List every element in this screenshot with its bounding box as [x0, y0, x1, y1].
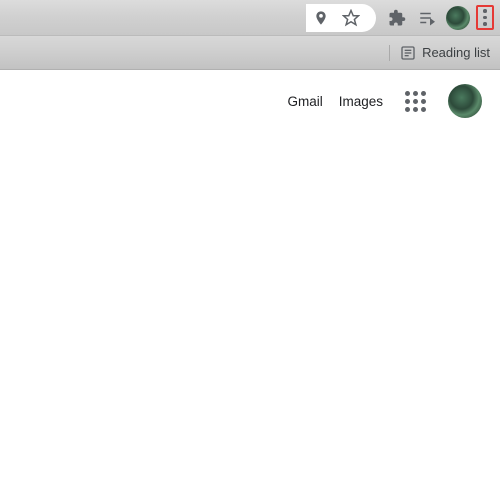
images-link[interactable]: Images [339, 94, 383, 109]
reading-list-button[interactable]: Reading list [389, 45, 490, 61]
bookmark-star-icon[interactable] [336, 3, 366, 33]
profile-avatar-toolbar[interactable] [446, 6, 470, 30]
menu-button-highlight [476, 5, 494, 30]
browser-toolbar [0, 0, 500, 36]
omnibox-end[interactable] [306, 4, 376, 32]
more-menu-icon[interactable] [478, 9, 492, 26]
playlist-icon[interactable] [412, 3, 442, 33]
location-icon[interactable] [306, 3, 336, 33]
gmail-link[interactable]: Gmail [287, 94, 322, 109]
profile-avatar-content[interactable] [448, 84, 482, 118]
apps-launcher-icon[interactable] [405, 91, 426, 112]
content-header: Gmail Images [0, 70, 500, 132]
bookmarks-bar: Reading list [0, 36, 500, 70]
reading-list-icon [400, 45, 416, 61]
extensions-icon[interactable] [382, 3, 412, 33]
reading-list-label: Reading list [422, 45, 490, 60]
